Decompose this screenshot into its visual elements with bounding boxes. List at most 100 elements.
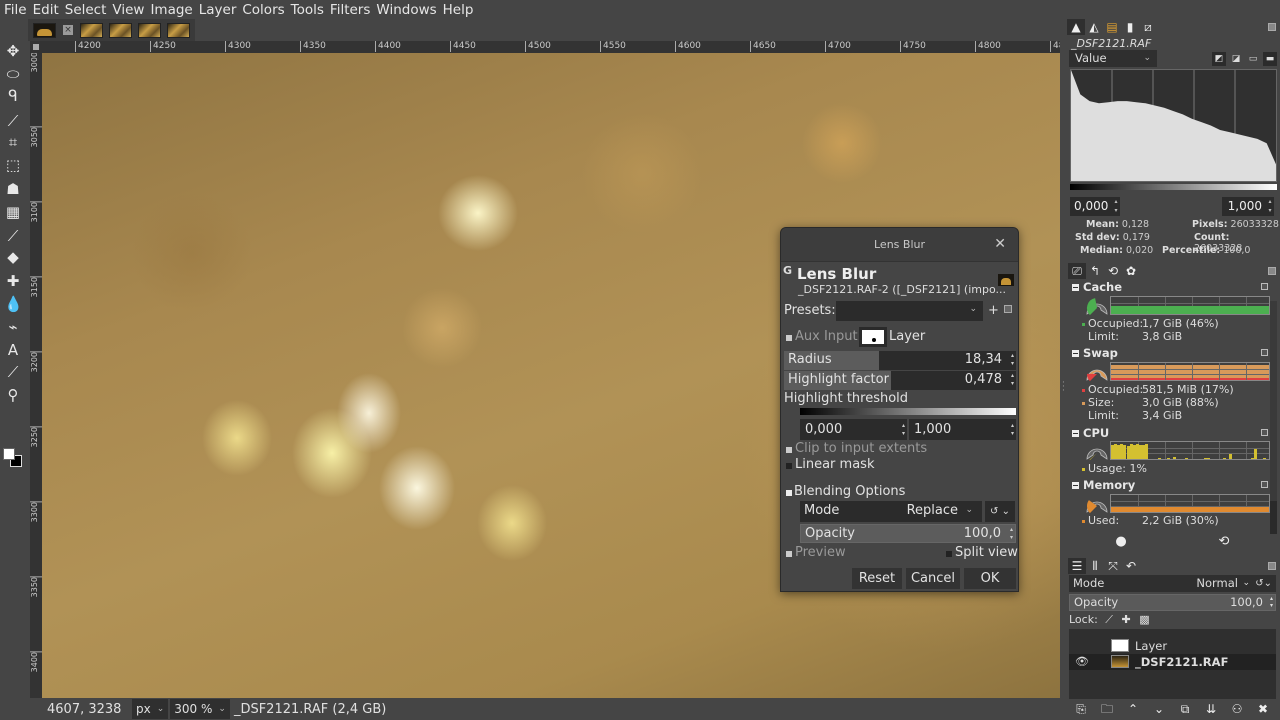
spin-arrows-icon[interactable]: ▴ ▾ <box>1112 197 1120 216</box>
highlight-threshold-range[interactable] <box>800 408 1016 415</box>
images-tab-icon[interactable]: ⧄ <box>1139 19 1157 35</box>
raise-layer-icon[interactable]: ⌃ <box>1126 702 1140 716</box>
composite-mode-button[interactable]: ↺ ⌄ <box>985 501 1015 522</box>
composite-mode-icon[interactable]: ↺⌄ <box>1255 575 1272 592</box>
dock-separator[interactable]: · · · <box>1060 19 1067 720</box>
dock-menu-icon[interactable] <box>1268 267 1276 275</box>
warp-transform-tool-icon[interactable]: ☗ <box>4 180 22 198</box>
aux-input-checkbox[interactable] <box>786 335 792 341</box>
smudge-tool-icon[interactable]: 💧 <box>4 295 23 313</box>
spin-arrows-icon[interactable]: ▴ ▾ <box>1011 422 1014 438</box>
section-menu-icon[interactable] <box>1261 481 1268 488</box>
eye-visibility-icon[interactable]: 👁 <box>1075 654 1089 670</box>
paths-tab-icon[interactable]: ⤧ <box>1104 558 1122 574</box>
dialog-titlebar[interactable]: Lens Blur ✕ <box>781 228 1018 262</box>
spin-arrows-icon[interactable]: ▴ ▾ <box>1266 197 1274 216</box>
move-tool-icon[interactable]: ✥ <box>4 42 22 60</box>
menu-tools[interactable]: Tools <box>291 2 324 18</box>
unified-transform-tool-icon[interactable]: ⬚ <box>4 156 22 174</box>
menu-filters[interactable]: Filters <box>330 2 370 18</box>
vertical-ruler[interactable]: 3000 3050 3100 3150 3200 3250 3300 3350 3400 <box>30 53 42 698</box>
highlight-factor-slider[interactable]: Highlight factor 0,478 ▴ ▾ <box>784 371 1016 390</box>
lock-position-icon[interactable]: ✚ <box>1122 613 1131 626</box>
lock-pixels-icon[interactable]: ⟋ <box>1105 613 1113 626</box>
lock-alpha-icon[interactable]: ▩ <box>1139 613 1149 626</box>
layers-tab-icon[interactable]: ☰ <box>1068 558 1086 574</box>
zoom-select[interactable]: 300 % ⌄ <box>170 699 230 719</box>
image-tab[interactable] <box>80 22 103 38</box>
layer-opacity-slider[interactable]: Opacity 100,0 ▴ ▾ <box>1069 594 1276 611</box>
image-tab[interactable] <box>109 22 132 38</box>
palettes-tab-icon[interactable]: ✿ <box>1122 263 1140 279</box>
radius-slider[interactable]: Radius 18,34 ▴ ▾ <box>784 351 1016 370</box>
section-menu-icon[interactable] <box>1261 283 1268 290</box>
menu-image[interactable]: Image <box>150 2 192 18</box>
dock-menu-icon[interactable] <box>1268 23 1276 31</box>
menu-colors[interactable]: Colors <box>242 2 284 18</box>
histogram-channel-select[interactable]: Value ⌄ <box>1069 50 1157 67</box>
threshold-high-input[interactable]: 1,000 ▴ ▾ <box>909 419 1016 440</box>
unit-select[interactable]: px ⌄ <box>132 699 169 719</box>
channels-tab-icon[interactable]: ⦀ <box>1086 558 1104 574</box>
spin-arrows-icon[interactable]: ▴ ▾ <box>1270 595 1273 609</box>
blend-opacity-slider[interactable]: Opacity 100,0 ▴ ▾ <box>800 524 1016 543</box>
image-tab[interactable] <box>167 22 190 38</box>
mask-layer-icon[interactable]: ⚇ <box>1230 702 1244 716</box>
spin-arrows-icon[interactable]: ▴ ▾ <box>1011 372 1014 388</box>
dock-menu-icon[interactable] <box>1268 562 1276 570</box>
gradients-tab-icon[interactable]: ▮ <box>1121 19 1139 35</box>
histogram-tab-icon[interactable]: ◭ <box>1085 19 1103 35</box>
paths-tool-icon[interactable]: ⌁ <box>4 318 22 336</box>
quick-mask-toggle[interactable] <box>30 41 42 53</box>
swap-section-header[interactable]: Swap <box>1072 346 1118 360</box>
menu-edit[interactable]: Edit <box>33 2 59 18</box>
free-select-tool-icon[interactable]: ᑫ <box>4 87 22 105</box>
preview-checkbox[interactable] <box>786 551 792 557</box>
presets-combo[interactable]: ⌄ <box>836 301 983 321</box>
device-status-tab-icon[interactable]: ↰ <box>1086 263 1104 279</box>
histogram-bars-icon[interactable]: ▭ <box>1246 52 1260 66</box>
dashboard-scrollbar[interactable] <box>1270 301 1277 534</box>
section-menu-icon[interactable] <box>1261 429 1268 436</box>
aux-input-layer-swatch[interactable] <box>859 327 887 347</box>
histogram-min-input[interactable]: 0,000 ▴ ▾ <box>1070 197 1120 216</box>
fg-bg-color-swatches[interactable] <box>3 448 23 468</box>
ellipse-select-tool-icon[interactable]: ⬭ <box>4 65 22 83</box>
layer-mode-select[interactable]: Mode Normal ⌄ ↺⌄ <box>1069 575 1276 592</box>
reset-button[interactable]: Reset <box>852 568 902 589</box>
reset-dashboard-button[interactable]: ⟲ <box>1217 535 1231 549</box>
duplicate-layer-icon[interactable]: ⧉ <box>1178 702 1192 716</box>
text-tool-icon[interactable]: A <box>4 341 22 359</box>
spin-arrows-icon[interactable]: ▴ ▾ <box>902 422 905 438</box>
threshold-low-input[interactable]: 0,000 ▴ ▾ <box>800 419 907 440</box>
delete-layer-icon[interactable]: ✖ <box>1256 702 1270 716</box>
tool-options-tab-icon[interactable]: ▲ <box>1067 19 1085 35</box>
histogram-max-input[interactable]: 1,000 ▴ ▾ <box>1222 197 1274 216</box>
crop-tool-icon[interactable]: ⌗ <box>4 133 22 151</box>
histogram-gradient[interactable] <box>1070 184 1277 190</box>
menu-layer[interactable]: Layer <box>199 2 237 18</box>
zoom-tool-icon[interactable]: ⚲ <box>4 386 22 404</box>
undo-history-tab-icon[interactable]: ↶ <box>1122 558 1140 574</box>
menu-select[interactable]: Select <box>65 2 107 18</box>
new-layer-icon[interactable]: ⎘ <box>1074 702 1088 716</box>
add-preset-icon[interactable]: + <box>988 303 999 318</box>
heal-tool-icon[interactable]: ✚ <box>4 272 22 290</box>
spin-arrows-icon[interactable]: ▴ ▾ <box>1011 352 1014 368</box>
memory-section-header[interactable]: Memory <box>1072 478 1135 492</box>
log-histogram-icon[interactable]: ◪ <box>1229 52 1243 66</box>
image-tab[interactable] <box>138 22 161 38</box>
eraser-tool-icon[interactable]: ◆ <box>4 248 22 266</box>
horizontal-ruler[interactable]: 4200 4250 4300 4350 4400 4450 4500 4550 4600 4650… <box>42 41 1060 53</box>
color-picker-tool-icon[interactable]: ⟋ <box>4 363 22 381</box>
ok-button[interactable]: OK <box>964 568 1016 589</box>
record-button[interactable]: ● <box>1114 535 1128 549</box>
fuzzy-select-tool-icon[interactable]: ⟋ <box>4 112 22 130</box>
menu-view[interactable]: View <box>112 2 144 18</box>
split-view-checkbox[interactable] <box>946 551 952 557</box>
menu-windows[interactable]: Windows <box>376 2 436 18</box>
cpu-section-header[interactable]: CPU <box>1072 426 1109 440</box>
linear-mask-checkbox[interactable] <box>786 463 792 469</box>
cache-section-header[interactable]: Cache <box>1072 280 1122 294</box>
close-tab-icon[interactable]: × <box>63 25 73 35</box>
